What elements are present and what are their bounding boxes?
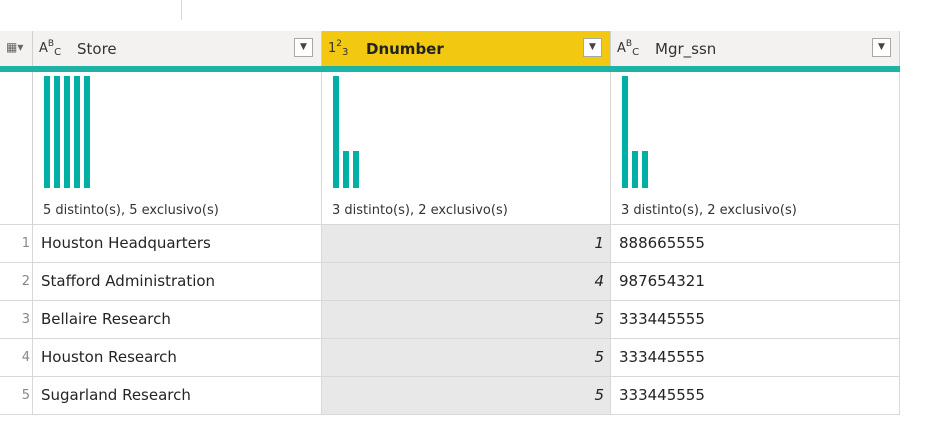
distinct-count-label: 3 distinto(s), 2 exclusivo(s) [621,203,797,218]
column-store: ABC Store ▼ 5 distinto(s), 5 exclusivo(s… [33,31,322,415]
table-cell[interactable]: 4 [322,263,611,301]
table-cell[interactable]: 333445555 [611,339,900,377]
row-index[interactable]: 1 [0,225,33,263]
column-header-label: Store [77,40,117,58]
top-divider [181,0,182,20]
column-header-mgr-ssn[interactable]: ABC Mgr_ssn ▼ [611,31,900,66]
distribution-bar[interactable] [54,76,60,188]
row-number-column: ▦▾ 1 2 3 4 5 [0,31,33,415]
chevron-down-icon[interactable]: ▼ [872,38,891,57]
value-distribution-chart [622,76,648,188]
table-cell[interactable]: 5 [322,301,611,339]
column-header-dnumber[interactable]: 123 Dnumber ▼ [322,31,611,66]
chevron-down-icon[interactable]: ▼ [294,38,313,57]
row-index[interactable]: 2 [0,263,33,301]
row-index[interactable]: 4 [0,339,33,377]
distribution-bar[interactable] [353,151,359,188]
distribution-bar[interactable] [74,76,80,188]
value-distribution-chart [44,76,90,188]
text-type-icon[interactable]: ABC [39,39,61,58]
table-cell[interactable]: 333445555 [611,377,900,415]
table-cell[interactable]: 333445555 [611,301,900,339]
table-cell[interactable]: Bellaire Research [33,301,322,339]
column-profile: 5 distinto(s), 5 exclusivo(s) [33,72,322,225]
distribution-bar[interactable] [642,151,648,188]
column-header-store[interactable]: ABC Store ▼ [33,31,322,66]
row-index[interactable]: 5 [0,377,33,415]
column-header-label: Mgr_ssn [655,40,717,58]
distribution-bar[interactable] [622,76,628,188]
table-cell[interactable]: 888665555 [611,225,900,263]
distribution-bar[interactable] [632,151,638,188]
table-menu-icon: ▦▾ [6,40,24,54]
table-cell[interactable]: 5 [322,377,611,415]
column-profile: 3 distinto(s), 2 exclusivo(s) [322,72,611,225]
table-cell[interactable]: Houston Research [33,339,322,377]
distinct-count-label: 3 distinto(s), 2 exclusivo(s) [332,203,508,218]
table-menu-button[interactable]: ▦▾ [0,31,33,66]
table-cell[interactable]: 1 [322,225,611,263]
distribution-bar[interactable] [44,76,50,188]
row-index[interactable]: 3 [0,301,33,339]
text-type-icon[interactable]: ABC [617,39,639,58]
chevron-down-icon[interactable]: ▼ [583,38,602,57]
table-cell[interactable]: 987654321 [611,263,900,301]
value-distribution-chart [333,76,359,188]
distribution-bar[interactable] [64,76,70,188]
distinct-count-label: 5 distinto(s), 5 exclusivo(s) [43,203,219,218]
column-dnumber: 123 Dnumber ▼ 3 distinto(s), 2 exclusivo… [322,31,611,415]
whole-number-type-icon[interactable]: 123 [328,39,348,58]
distribution-bar[interactable] [343,151,349,188]
distribution-bar[interactable] [333,76,339,188]
data-grid: ▦▾ 1 2 3 4 5 ABC Store ▼ 5 distinto(s), … [0,31,900,415]
column-header-label: Dnumber [366,40,444,58]
profile-spacer [0,72,33,225]
distribution-bar[interactable] [84,76,90,188]
table-cell[interactable]: 5 [322,339,611,377]
column-mgr-ssn: ABC Mgr_ssn ▼ 3 distinto(s), 2 exclusivo… [611,31,900,415]
table-cell[interactable]: Stafford Administration [33,263,322,301]
table-cell[interactable]: Sugarland Research [33,377,322,415]
column-profile: 3 distinto(s), 2 exclusivo(s) [611,72,900,225]
table-cell[interactable]: Houston Headquarters [33,225,322,263]
